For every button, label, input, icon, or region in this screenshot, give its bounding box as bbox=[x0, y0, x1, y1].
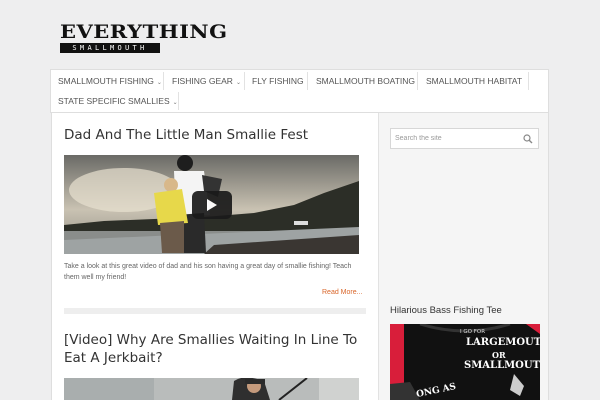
search-input[interactable] bbox=[395, 132, 520, 145]
post-divider bbox=[64, 308, 366, 314]
nav-separator bbox=[163, 72, 164, 90]
chevron-down-icon: ⌄ bbox=[235, 80, 241, 86]
nav-item-label: SMALLMOUTH FISHING bbox=[58, 76, 154, 86]
read-more-link[interactable]: Read More... bbox=[322, 289, 362, 296]
tee-text-line: OR bbox=[492, 350, 506, 360]
logo-sub-text: SMALLMOUTH bbox=[60, 43, 160, 53]
nav-item-fishing-gear[interactable]: FISHING GEAR ⌄ bbox=[172, 71, 241, 93]
nav-item-label: FISHING GEAR bbox=[172, 76, 233, 86]
sidebar: Hilarious Bass Fishing Tee I GO FOR LARG… bbox=[378, 113, 549, 400]
post-excerpt: Take a look at this great video of dad a… bbox=[64, 263, 352, 281]
play-button[interactable] bbox=[192, 191, 232, 219]
tee-text-line: I GO FOR bbox=[460, 329, 486, 335]
nav-separator bbox=[417, 72, 418, 90]
nav-separator bbox=[307, 72, 308, 90]
post-title[interactable]: Dad And The Little Man Smallie Fest bbox=[64, 126, 364, 144]
nav-item-label: FLY FISHING bbox=[252, 76, 304, 86]
site-logo[interactable]: EVERYTHING SMALLMOUTH bbox=[60, 20, 228, 54]
chevron-down-icon: ⌄ bbox=[156, 80, 162, 86]
video-embed[interactable] bbox=[64, 155, 359, 254]
nav-item-smallmouth-habitat[interactable]: SMALLMOUTH HABITAT bbox=[426, 71, 522, 91]
nav-item-state-specific-smallies[interactable]: STATE SPECIFIC SMALLIES ⌄ bbox=[58, 91, 178, 113]
nav-separator bbox=[244, 72, 245, 90]
nav-item-label: STATE SPECIFIC SMALLIES bbox=[58, 96, 170, 106]
nav-item-label: SMALLMOUTH BOATING bbox=[316, 76, 416, 86]
video-thumbnail bbox=[64, 378, 359, 400]
tee-ad-image[interactable]: I GO FOR LARGEMOUTH OR SMALLMOUTH ONG AS bbox=[390, 324, 540, 400]
main-navigation: SMALLMOUTH FISHING ⌄ FISHING GEAR ⌄ FLY FI… bbox=[50, 69, 549, 113]
nav-item-smallmouth-boating[interactable]: SMALLMOUTH BOATING bbox=[316, 71, 415, 91]
video-embed[interactable] bbox=[64, 378, 359, 400]
chevron-down-icon: ⌄ bbox=[172, 100, 178, 106]
search-icon[interactable] bbox=[523, 134, 533, 144]
logo-main-text: EVERYTHING bbox=[60, 20, 228, 43]
main-content: Dad And The Little Man Smallie Fest Take… bbox=[51, 113, 378, 400]
nav-item-fly-fishing[interactable]: FLY FISHING bbox=[252, 71, 304, 91]
play-icon bbox=[207, 199, 217, 211]
nav-item-smallmouth-fishing[interactable]: SMALLMOUTH FISHING ⌄ bbox=[58, 71, 162, 93]
widget-title: Hilarious Bass Fishing Tee bbox=[390, 305, 502, 316]
tee-text-line: LARGEMOUTH bbox=[466, 337, 540, 348]
search-box bbox=[390, 128, 539, 149]
nav-separator bbox=[178, 92, 179, 110]
tee-text-line: SMALLMOUTH bbox=[464, 360, 540, 371]
nav-separator bbox=[528, 72, 529, 90]
post-title[interactable]: [Video] Why Are Smallies Waiting In Line… bbox=[64, 331, 359, 367]
nav-item-label: SMALLMOUTH HABITAT bbox=[426, 76, 523, 86]
